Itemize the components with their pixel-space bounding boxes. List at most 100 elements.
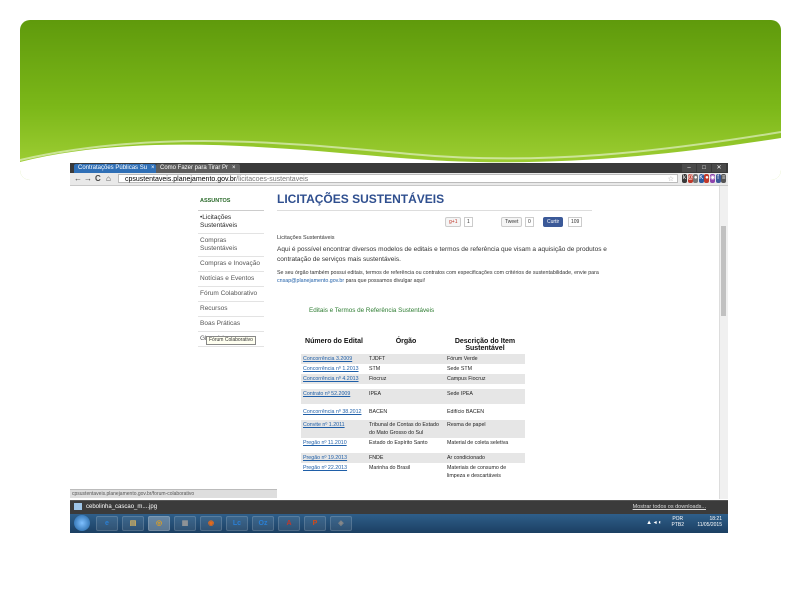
tab-como-fazer[interactable]: Como Fazer para Tirar Pr ×	[156, 164, 240, 173]
reload-icon[interactable]: C	[95, 174, 101, 184]
facebook-icon[interactable]: f	[715, 174, 721, 183]
tab-close-icon[interactable]: ×	[232, 165, 236, 171]
window-controls: – □ ✕	[681, 164, 726, 172]
show-all-downloads-link[interactable]: Mostrar todos os downloads...	[633, 503, 706, 512]
tab-label: Como Fazer para Tirar Pr	[160, 165, 229, 171]
edital-link[interactable]: Convite nº 1.2011	[301, 420, 367, 438]
column-header: Órgão	[395, 338, 417, 345]
k-extension-icon[interactable]: k	[682, 174, 687, 183]
wave-decoration	[20, 131, 781, 180]
descricao-cell: Campus Fiocruz	[445, 374, 525, 384]
intro-paragraph: Aqui é possível encontrar diversos model…	[277, 246, 607, 263]
sidebar-item-recursos[interactable]: Recursos	[198, 302, 264, 317]
circle-extension-icon[interactable]: ●	[693, 174, 699, 183]
table-row: Concorrência 3.2009 TJDFT Fórum Verde	[301, 354, 525, 364]
keyboard-layout: PTB2	[671, 522, 684, 528]
minimize-icon[interactable]: –	[682, 164, 696, 172]
download-filename: cebolinha_cascao_m....jpg	[86, 504, 158, 511]
edital-link[interactable]: Pregão nº 19.2013	[301, 453, 367, 463]
table-row: Pregão nº 22.2013 Marinha do Brasil Mate…	[301, 463, 525, 481]
descricao-cell: Materiais de consumo de limpeza e descar…	[447, 465, 507, 479]
lync-icon[interactable]: Lc	[226, 516, 248, 531]
edital-link[interactable]: Concorrência nº 38.2012	[301, 404, 367, 420]
sidebar-item-forum[interactable]: Fórum Colaborativo	[198, 287, 264, 302]
firefox-icon[interactable]: ◉	[200, 516, 222, 531]
sidebar-item-compras[interactable]: Compras Sustentáveis	[198, 234, 264, 257]
purple-extension-icon[interactable]: ◉	[710, 174, 715, 183]
app-icon[interactable]: ◈	[330, 516, 352, 531]
edital-link[interactable]: Contrato nº 52.2009	[301, 389, 367, 404]
table-row: Concorrência nº 38.2012 BACEN Edifício B…	[301, 404, 525, 420]
table-header-row: Número do Edital Órgão Descrição do Item…	[301, 336, 525, 354]
k-blue-extension-icon[interactable]: K	[698, 174, 704, 183]
download-bar: cebolinha_cascao_m....jpg Mostrar todos …	[70, 500, 728, 514]
table-row: Contrato nº 52.2009 IPEA Sede IPEA	[301, 389, 525, 404]
facebook-like-button[interactable]: Curtir	[543, 217, 564, 227]
explorer-icon[interactable]: ▤	[122, 516, 144, 531]
windows-taskbar: e ▤ ◎ ▦ ◉ Lc Oz A P ◈ ▲ ◂ ◐ POR PTB2 18:21 11/05/…	[70, 514, 728, 533]
ie-icon[interactable]: e	[96, 516, 118, 531]
sidebar-item-boas-praticas[interactable]: Boas Práticas	[198, 317, 264, 332]
social-buttons: g+1 1 Tweet 0 Curtir 109	[277, 215, 592, 229]
sidebar: ASSUNTOS •Licitações Sustentáveis Compra…	[198, 192, 264, 347]
menu-icon[interactable]: ≡	[721, 174, 727, 183]
language-indicator[interactable]: POR PTB2	[671, 516, 684, 528]
sidebar-item-inovacao[interactable]: Compras e Inovação	[198, 257, 264, 272]
page-scrollbar[interactable]	[719, 186, 728, 499]
url-input[interactable]: cpsustentaveis.planejamento.gov.br/licit…	[118, 174, 678, 183]
facebook-like-count: 109	[568, 217, 583, 227]
column-header: Número do Edital	[305, 338, 363, 345]
orgao-cell: Fiocruz	[367, 374, 445, 384]
slide-header-banner	[20, 20, 781, 180]
download-item[interactable]: cebolinha_cascao_m....jpg	[74, 503, 157, 512]
gplus-count: 1	[464, 217, 473, 227]
edital-link[interactable]: Concorrência nº 4.2013	[301, 374, 367, 384]
forward-icon[interactable]: →	[84, 174, 92, 184]
orgao-cell: FNDE	[367, 453, 445, 463]
chrome-icon[interactable]: ◎	[148, 516, 170, 531]
note-prefix: Se seu órgão também possui editais, term…	[277, 270, 599, 276]
maximize-icon[interactable]: □	[697, 164, 711, 172]
sidebar-item-licitacoes[interactable]: •Licitações Sustentáveis	[198, 211, 264, 234]
sidebar-item-noticias[interactable]: Notícias e Eventos	[198, 272, 264, 287]
bookmark-star-icon[interactable]: ☆	[668, 175, 674, 184]
url-path: /licitacoes-sustentaveis	[236, 176, 309, 183]
back-icon[interactable]: ←	[74, 174, 82, 184]
start-button-icon[interactable]	[74, 515, 90, 531]
breadcrumb: Licitações Sustentáveis	[277, 235, 335, 241]
address-bar: ← → C ⌂ cpsustentaveis.planejamento.gov.…	[70, 173, 728, 186]
orgao-cell: STM	[369, 366, 381, 372]
tab-label: Contratações Públicas Su	[78, 165, 148, 171]
table-row: Pregão nº 19.2013 FNDE Ar condicionado	[301, 453, 525, 463]
table-row: Concorrência nº 4.2013 Fiocruz Campus Fi…	[301, 374, 525, 384]
tweet-button[interactable]: Tweet	[501, 217, 523, 227]
email-link[interactable]: cnsap@planejamento.gov.br	[277, 278, 344, 284]
avast-icon[interactable]: @	[687, 174, 694, 183]
editais-table: Número do Edital Órgão Descrição do Item…	[301, 336, 525, 481]
outlook-icon[interactable]: Oz	[252, 516, 274, 531]
tab-contratacoes[interactable]: Contratações Públicas Su ×	[74, 164, 156, 173]
tooltip: Fórum Colaborativo	[206, 336, 256, 345]
red-extension-icon[interactable]: ●	[704, 174, 710, 183]
scrollbar-thumb[interactable]	[721, 226, 726, 316]
page-title: LICITAÇÕES SUSTENTÁVEIS	[277, 192, 592, 211]
browser-screenshot: Contratações Públicas Su × Como Fazer par…	[70, 163, 728, 533]
orgao-cell: Estado do Espírito Santo	[369, 440, 428, 446]
gplus-button[interactable]: g+1	[445, 217, 462, 227]
edital-link[interactable]: Pregão nº 22.2013	[301, 463, 367, 481]
editais-link[interactable]: Editais e Termos de Referência Sustentáv…	[309, 307, 717, 314]
edital-link[interactable]: Concorrência nº 1.2013	[301, 364, 367, 374]
powerpoint-icon[interactable]: P	[304, 516, 326, 531]
clock[interactable]: 18:21 11/05/2015	[697, 516, 722, 528]
home-icon[interactable]: ⌂	[106, 174, 111, 184]
tweet-count: 0	[525, 217, 534, 227]
tab-close-icon[interactable]: ×	[151, 165, 155, 171]
calculator-icon[interactable]: ▦	[174, 516, 196, 531]
edital-link[interactable]: Pregão nº 11.2010	[301, 438, 367, 448]
edital-link[interactable]: Concorrência 3.2009	[301, 354, 367, 364]
descricao-cell: Sede IPEA	[445, 389, 525, 404]
close-window-icon[interactable]: ✕	[712, 164, 726, 172]
acrobat-icon[interactable]: A	[278, 516, 300, 531]
table-row: Concorrência nº 1.2013 STM Sede STM	[301, 364, 525, 374]
table-row: Pregão nº 11.2010 Estado do Espírito San…	[301, 438, 525, 448]
